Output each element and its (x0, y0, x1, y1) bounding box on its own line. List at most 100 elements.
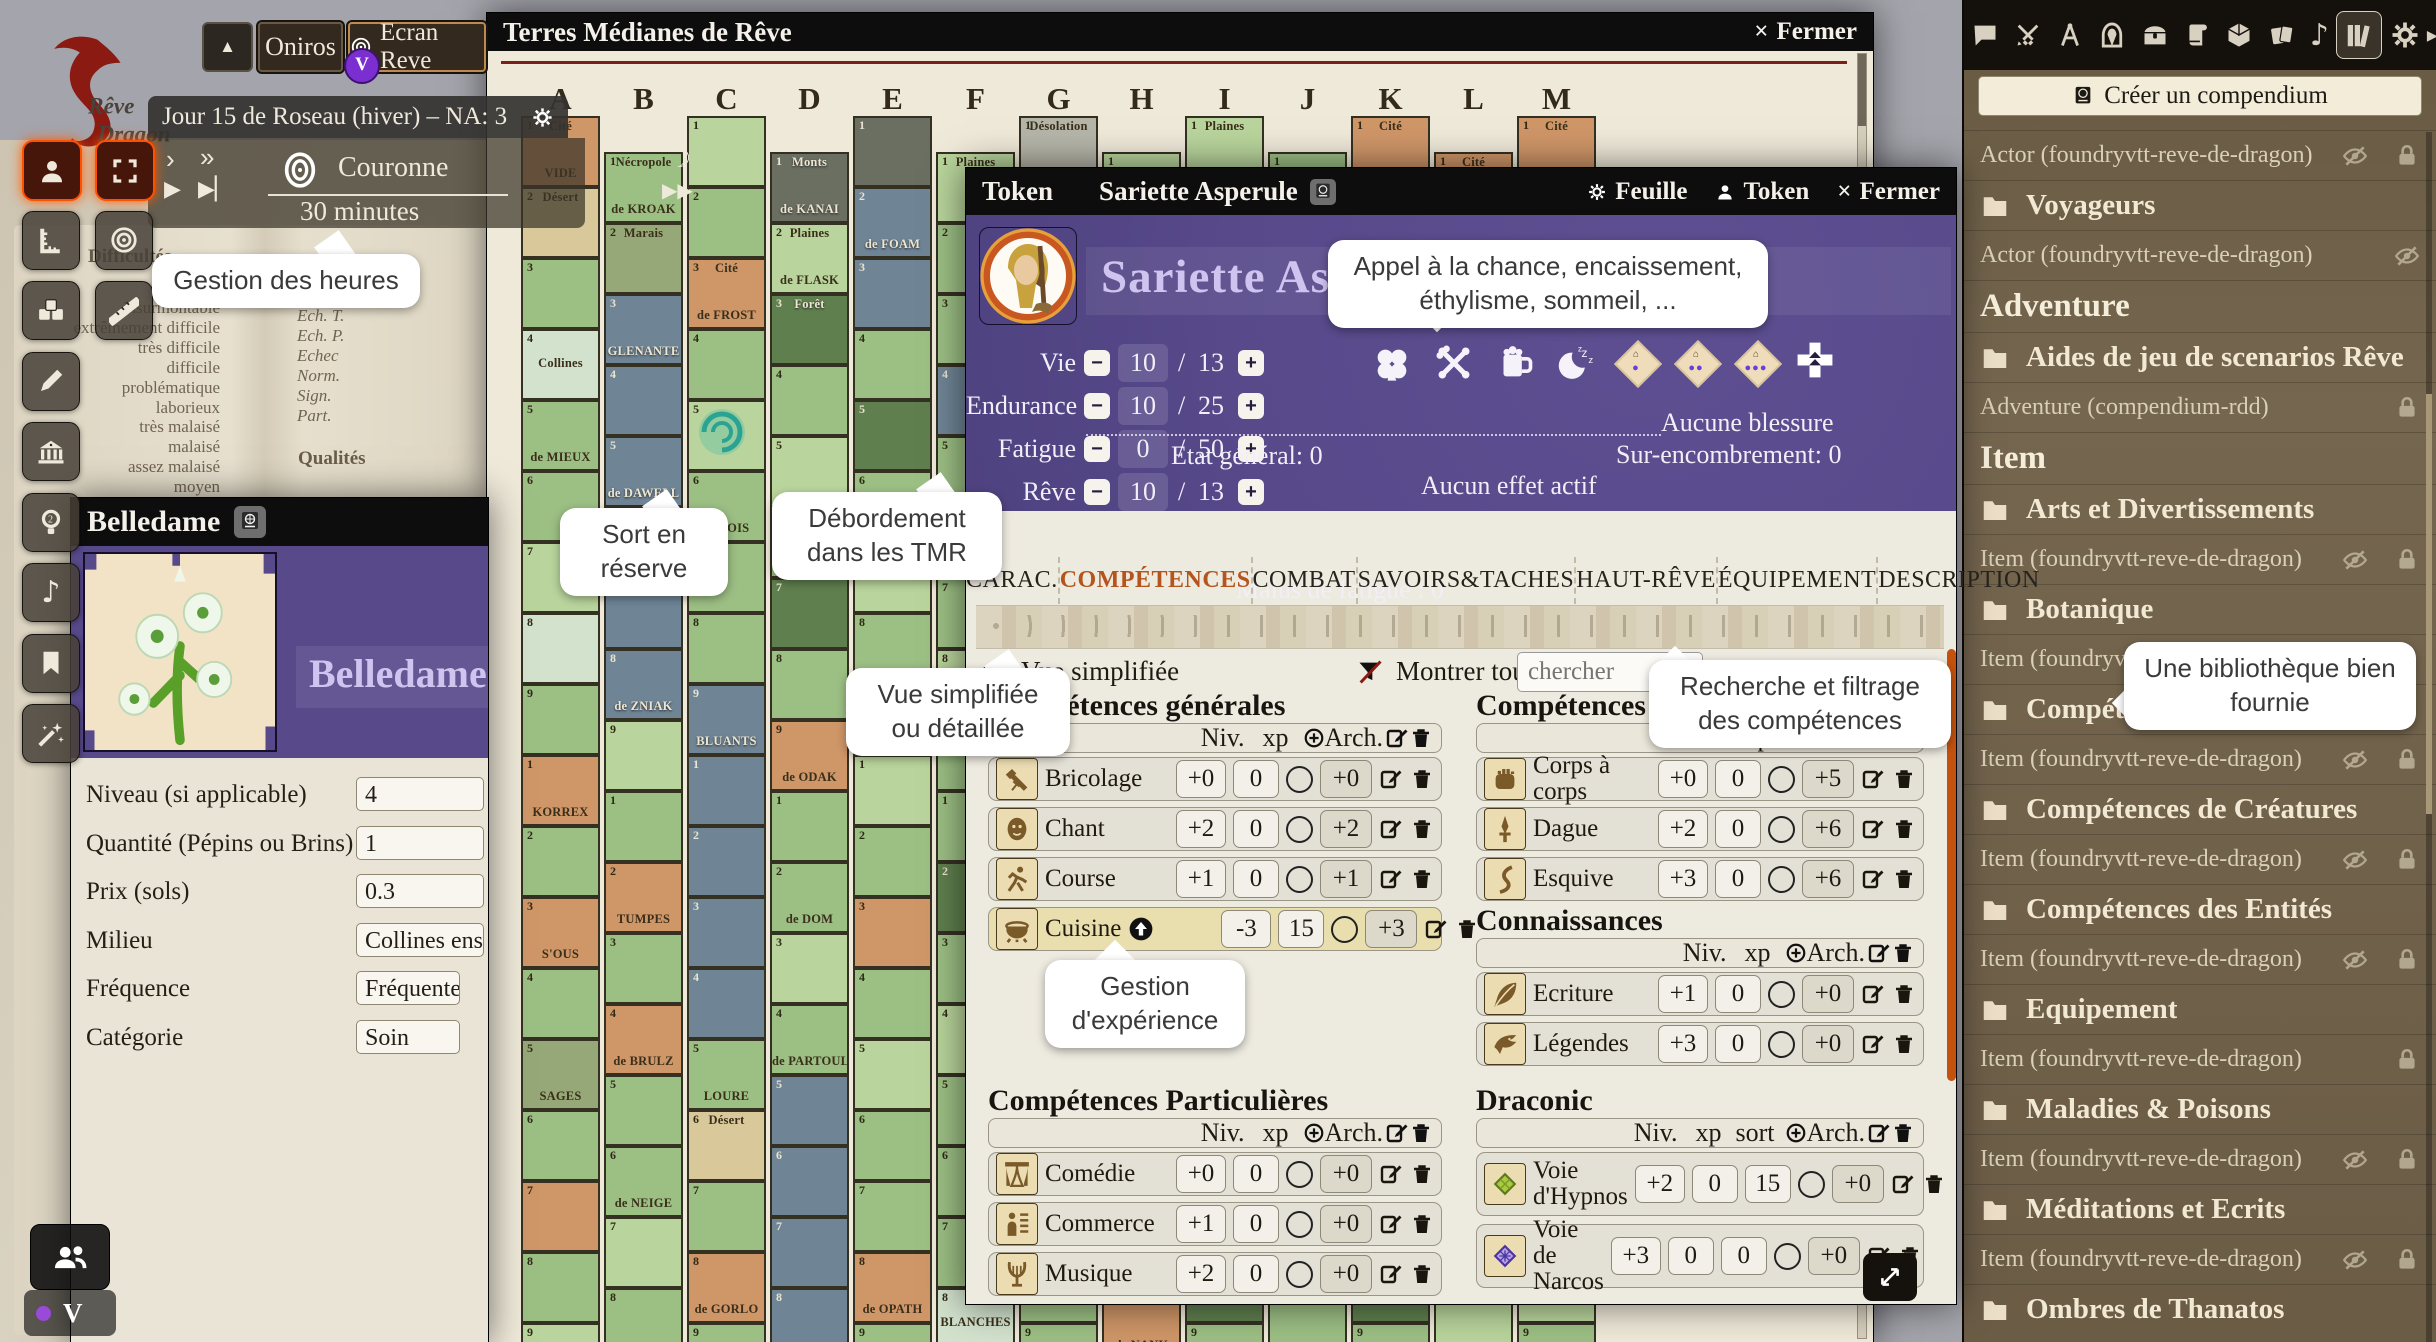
tmr-cell[interactable]: 1 (687, 116, 766, 187)
skill-roll-circle[interactable] (1768, 866, 1795, 893)
tmr-cell[interactable]: 1 (770, 791, 849, 862)
pencil-tool-button[interactable] (22, 352, 80, 411)
tmr-cell[interactable]: 3 (687, 897, 766, 968)
tab-playlists[interactable]: ♪ (2303, 10, 2336, 61)
skill-xp[interactable]: 0 (1233, 860, 1279, 898)
stat-decrease-button[interactable]: − (1084, 350, 1110, 376)
delete-skill-icon[interactable] (1892, 817, 1916, 841)
delete-skill-icon[interactable] (1892, 982, 1916, 1006)
skill-niv[interactable]: +2 (1635, 1165, 1685, 1203)
diagonal-ruler-tool-button[interactable] (95, 281, 153, 340)
skill-xp[interactable]: 0 (1233, 1255, 1279, 1293)
compendium-folder[interactable]: Equipement (1964, 984, 2436, 1034)
tmr-cell[interactable]: 5 (770, 1075, 849, 1146)
sidebar-collapse-icon[interactable]: ▶ (2427, 27, 2436, 44)
tmr-cell[interactable]: 3 (604, 933, 683, 1004)
bulb-tool-button[interactable]: 2 (22, 493, 80, 552)
skill-niv[interactable]: +2 (1176, 810, 1226, 848)
eyeslash-icon[interactable] (2394, 243, 2420, 269)
compendium-pack[interactable]: Actor (foundryvtt-reve-de-dragon) (1964, 130, 2436, 180)
skill-name[interactable]: Légendes (1533, 1031, 1651, 1057)
tmr-cell[interactable]: 4 (604, 365, 683, 436)
spell-reserve-token[interactable] (696, 406, 748, 458)
calendar-bar[interactable]: Jour 15 de Roseau (hiver) – NA: 3 (148, 96, 568, 138)
step-forward-icon[interactable]: › (166, 144, 175, 175)
tab-items[interactable] (2134, 13, 2176, 57)
tab-settings[interactable] (2383, 12, 2427, 58)
field-value-quantit-p-pins-ou-brins-[interactable]: 1 (356, 826, 484, 860)
tmr-cell[interactable]: 5 (853, 1039, 932, 1110)
delete-skill-icon[interactable] (1922, 1172, 1946, 1196)
tmr-close-button[interactable]: ×Fermer (1754, 18, 1857, 46)
tab--quipement[interactable]: ÉQUIPEMENT (1716, 557, 1876, 604)
tmr-cell[interactable]: 7 (604, 1217, 683, 1288)
eyeslash-icon[interactable] (2342, 847, 2368, 873)
skill-name[interactable]: Voie de Narcos (1533, 1217, 1604, 1296)
tmr-cell[interactable]: 4 (687, 968, 766, 1039)
tmr-cell[interactable]: 2 (521, 826, 600, 897)
tmr-cell[interactable]: 9 (604, 720, 683, 791)
tmr-cell[interactable]: 1 (853, 755, 932, 826)
skill-niv[interactable]: +1 (1658, 975, 1708, 1013)
token-menu[interactable]: Token (982, 176, 1053, 207)
edit-skill-icon[interactable] (1861, 1032, 1885, 1056)
edit-skill-icon[interactable] (1861, 867, 1885, 891)
skill-sort-xp[interactable]: 15 (1745, 1165, 1791, 1203)
skill-name[interactable]: Ecriture (1533, 981, 1651, 1007)
add-skill-icon[interactable] (1303, 1122, 1325, 1144)
show-all-toggle[interactable]: Montrer tout (1356, 656, 1533, 687)
stat-increase-button[interactable]: + (1238, 479, 1264, 505)
actor-titlebar[interactable]: Token Sariette Asperule Feuille Token × … (966, 168, 1956, 215)
skill-row-com-die[interactable]: Comédie+00+0 (988, 1152, 1442, 1196)
belledame-titlebar[interactable]: Belledame (71, 498, 488, 546)
tmr-cell[interactable]: 8 (521, 613, 600, 684)
compendium-pack[interactable]: Adventure (compendium-rdd) (1964, 382, 2436, 432)
skill-name[interactable]: Musique (1045, 1261, 1169, 1287)
skill-roll-circle[interactable] (1331, 916, 1358, 943)
skill-roll-circle[interactable] (1768, 981, 1795, 1008)
tmr-cell[interactable]: 3 (853, 258, 932, 329)
encaissement-icon[interactable] (1434, 343, 1474, 388)
compendium-pack[interactable]: Item (foundryvtt-reve-de-dragon) (1964, 934, 2436, 984)
tmr-cell[interactable]: 6 (521, 1110, 600, 1181)
edit-skill-icon[interactable] (1861, 982, 1885, 1006)
music-tool-button[interactable]: ♪ (22, 563, 80, 622)
edit-all-icon[interactable] (1867, 1121, 1891, 1145)
tmr-cell[interactable]: 3 (521, 258, 600, 329)
edit-skill-icon[interactable] (1379, 1262, 1403, 1286)
sheet-close-button[interactable]: × Fermer (1837, 178, 1940, 206)
skill-niv[interactable]: +2 (1176, 1255, 1226, 1293)
lock-icon[interactable] (2394, 547, 2420, 573)
skill-row-dague[interactable]: Dague+20+6 (1476, 807, 1924, 851)
tmr-cell[interactable]: 8 (521, 1252, 600, 1323)
skill-name[interactable]: Voie d'Hypnos (1533, 1158, 1628, 1211)
skill-row-chant[interactable]: Chant+20+2 (988, 807, 1442, 851)
tmr-cell[interactable]: 1 (853, 116, 932, 187)
stat-current[interactable]: 10 (1118, 473, 1168, 511)
compendium-folder[interactable]: Voyageurs (1964, 180, 2436, 230)
lock-icon[interactable] (2394, 747, 2420, 773)
field-value-fr-quence[interactable]: Fréquente (356, 971, 460, 1005)
tmr-cell[interactable]: 8 (604, 1288, 683, 1342)
tab-combat[interactable]: COMBAT (1251, 557, 1356, 604)
tmr-cell[interactable]: 3 (853, 897, 932, 968)
sheet-config-button[interactable]: Feuille (1587, 178, 1687, 206)
add-skill-icon[interactable] (1303, 727, 1325, 749)
tmr-cell[interactable]: 9 (521, 1323, 600, 1342)
xp-up-icon[interactable] (1128, 916, 1154, 942)
skill-row-corps-corps[interactable]: Corps à corps+00+5 (1476, 757, 1924, 801)
tab-combat[interactable] (2007, 13, 2049, 57)
tab-haut-r-ve[interactable]: HAUT-RÊVE (1574, 557, 1716, 604)
skill-name[interactable]: Dague (1533, 816, 1651, 842)
lock-icon[interactable] (2394, 947, 2420, 973)
create-compendium-button[interactable]: Créer un compendium (1978, 76, 2422, 116)
skill-niv[interactable]: +0 (1658, 760, 1708, 798)
tmr-cell[interactable]: 9 (521, 684, 600, 755)
skill-niv[interactable]: +1 (1176, 860, 1226, 898)
wound-level-3-icon[interactable]: ⌂●●● (1734, 340, 1778, 384)
skill-roll-circle[interactable] (1286, 816, 1313, 843)
add-skill-icon[interactable] (1785, 1122, 1807, 1144)
skill-name[interactable]: Esquive (1533, 866, 1651, 892)
delete-skill-icon[interactable] (1892, 767, 1916, 791)
skill-row-musique[interactable]: Musique+20+0 (988, 1252, 1442, 1296)
